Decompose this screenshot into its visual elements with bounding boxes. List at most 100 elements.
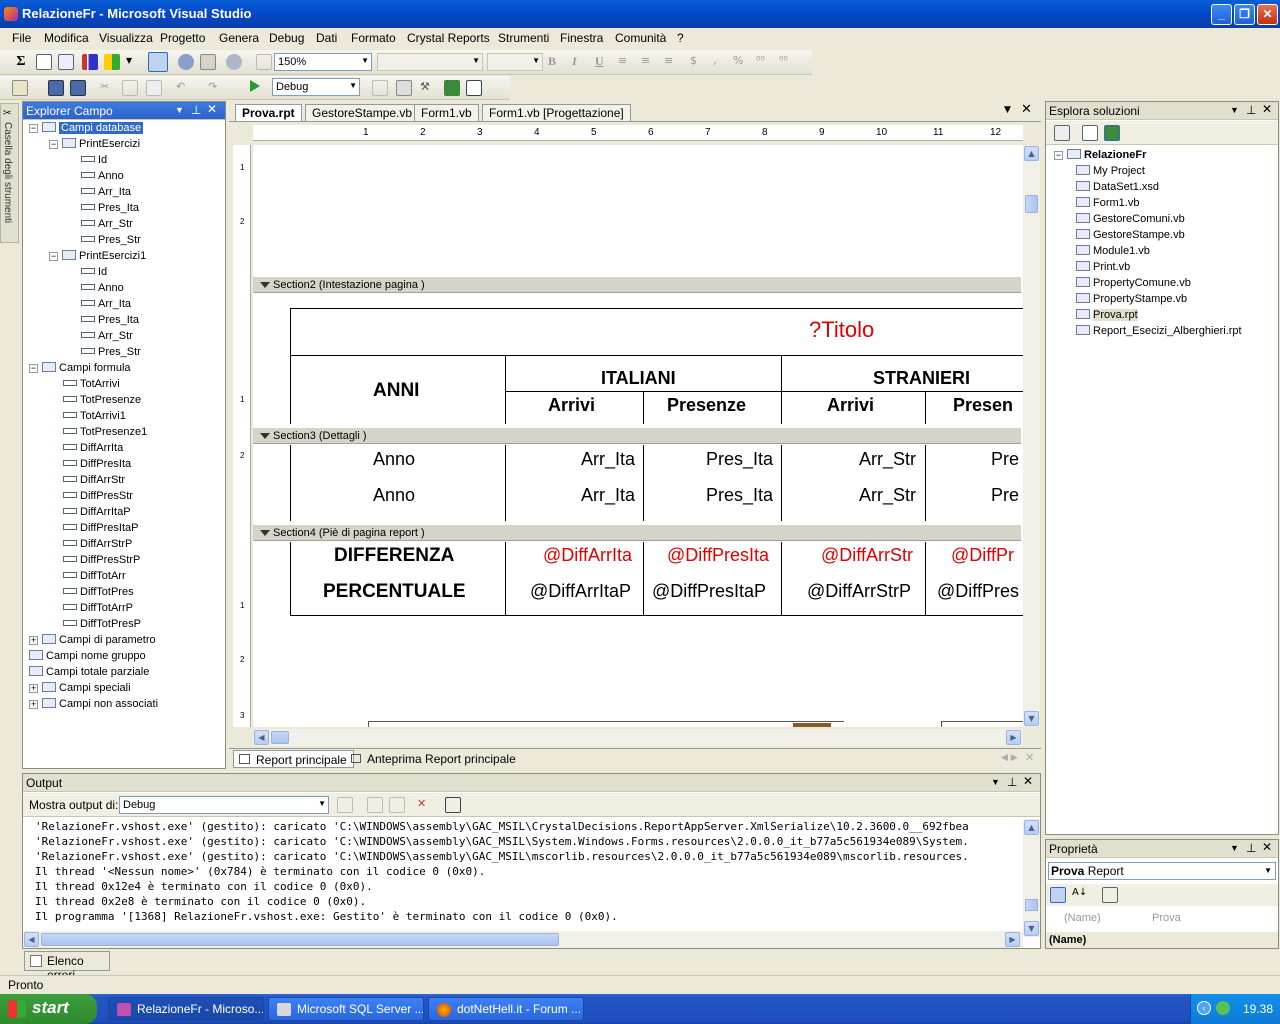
prev-message-icon[interactable] <box>367 797 383 813</box>
output-scroll-right-icon[interactable]: ▶ <box>1005 932 1020 947</box>
property-value[interactable]: Prova <box>1152 912 1181 924</box>
solution-item[interactable]: PropertyComune.vb <box>1076 275 1191 291</box>
expand-toggle-icon[interactable]: − <box>29 124 38 133</box>
header-arrivi-str[interactable]: Arrivi <box>827 395 874 416</box>
sol-close-icon[interactable]: ✕ <box>1262 102 1272 116</box>
menu-modifica[interactable]: Modifica <box>44 31 89 45</box>
output-hscrollbar[interactable]: ◀ ▶ <box>23 931 1023 948</box>
show-all-files-icon[interactable] <box>1054 125 1070 141</box>
property-row[interactable]: (Name) Prova <box>1046 910 1278 927</box>
detail-anno-2[interactable]: Anno <box>373 485 415 506</box>
tab-scroll-icons[interactable]: ◀ ▶ <box>1001 753 1018 763</box>
tree-field[interactable]: Pres_Ita <box>81 200 139 216</box>
chart-object[interactable] <box>368 721 844 727</box>
footer-differenza[interactable]: DIFFERENZA <box>334 545 454 567</box>
panel-dropdown-icon[interactable]: ▼ <box>175 105 184 115</box>
thousands-icon[interactable]: , <box>713 54 729 70</box>
expand-toggle-icon[interactable]: − <box>49 252 58 261</box>
task-firefox[interactable]: dotNetHell.it - Forum ... <box>428 997 584 1021</box>
tree-formula[interactable]: TotArrivi1 <box>63 408 126 424</box>
output-scroll-down-icon[interactable]: ▼ <box>1024 921 1039 936</box>
footer-percentuale[interactable]: PERCENTUALE <box>323 581 466 603</box>
maximize-button[interactable]: ❐ <box>1234 4 1255 25</box>
detail-anno-1[interactable]: Anno <box>373 449 415 470</box>
tab-report-principale[interactable]: Report principale <box>233 750 354 768</box>
task-sql-server[interactable]: Microsoft SQL Server ... <box>268 997 424 1021</box>
tree-field[interactable]: Pres_Str <box>81 344 141 360</box>
header-arrivi-ita[interactable]: Arrivi <box>548 395 595 416</box>
report-options-icon[interactable] <box>178 54 194 70</box>
tree-campi-database[interactable]: − Campi database <box>29 120 144 136</box>
tab-list-icon[interactable]: ▼ <box>1004 105 1011 115</box>
section4-bar[interactable]: Section4 (Piè di pagina report ) <box>253 524 1021 541</box>
sol-pin-icon[interactable]: ⊥ <box>1246 103 1256 117</box>
header-presenze-str[interactable]: Presen <box>953 395 1013 416</box>
report-title-field[interactable]: ?Titolo <box>809 317 874 343</box>
sort-expert-icon[interactable] <box>200 54 216 70</box>
report-hscrollbar[interactable]: ◀ ▶ <box>253 729 1023 746</box>
properties-icon[interactable] <box>396 80 412 96</box>
save-all-icon[interactable] <box>70 80 86 96</box>
properties-page-icon[interactable] <box>1082 125 1098 141</box>
tree-formula[interactable]: DiffPresStr <box>63 488 133 504</box>
expand-toggle-icon[interactable]: + <box>29 636 38 645</box>
detail-pres-ita-1[interactable]: Pres_Ita <box>706 449 773 470</box>
output-vscroll-thumb[interactable] <box>1025 899 1038 911</box>
solution-item[interactable]: Prova.rpt <box>1076 307 1138 323</box>
copy-icon[interactable] <box>122 80 138 96</box>
tree-formula[interactable]: DiffTotArr <box>63 568 126 584</box>
start-debug-icon[interactable] <box>250 80 260 92</box>
find-icon[interactable] <box>372 80 388 96</box>
tab-close-icon[interactable]: ✕ <box>1025 751 1034 764</box>
solution-item[interactable]: DataSet1.xsd <box>1076 179 1159 195</box>
footer-diff-arr-ita[interactable]: @DiffArrIta <box>543 545 632 566</box>
italic-icon[interactable]: I <box>572 54 588 70</box>
tree-field[interactable]: Id <box>81 152 107 168</box>
menu-comunita[interactable]: Comunità <box>615 31 666 45</box>
solution-item[interactable]: GestoreComuni.vb <box>1076 211 1185 227</box>
tree-table-printesercizi[interactable]: − PrintEsercizi <box>49 136 140 152</box>
scroll-down-icon[interactable]: ▼ <box>1024 711 1039 726</box>
menu-strumenti[interactable]: Strumenti <box>498 31 549 45</box>
menu-finestra[interactable]: Finestra <box>560 31 603 45</box>
tree-other-3[interactable]: + Campi speciali <box>29 680 131 696</box>
detail-arr-ita-2[interactable]: Arr_Ita <box>581 485 635 506</box>
solution-item[interactable]: My Project <box>1076 163 1145 179</box>
object-browser-icon[interactable] <box>444 80 460 96</box>
section2-bar[interactable]: Section2 (Intestazione pagina ) <box>253 276 1021 293</box>
detail-pres-str-2[interactable]: Pre <box>991 485 1019 506</box>
task-visual-studio[interactable]: RelazioneFr - Microso... <box>108 997 264 1021</box>
menu-debug[interactable]: Debug <box>269 31 304 45</box>
tree-formula[interactable]: TotPresenze <box>63 392 141 408</box>
insert-subreport-icon[interactable] <box>58 54 74 70</box>
tree-formula[interactable]: DiffArrStrP <box>63 536 132 552</box>
tab-anteprima[interactable]: Anteprima Report principale <box>347 750 522 768</box>
tree-field[interactable]: Arr_Ita <box>81 184 131 200</box>
bold-icon[interactable]: B <box>548 54 564 70</box>
tree-formula[interactable]: DiffArrIta <box>63 440 123 456</box>
solution-item[interactable]: PropertyStampe.vb <box>1076 291 1187 307</box>
tree-formula[interactable]: DiffPresStrP <box>63 552 140 568</box>
output-source-select[interactable]: Debug ▼ <box>119 796 329 814</box>
solution-item[interactable]: GestoreStampe.vb <box>1076 227 1185 243</box>
close-button[interactable]: ✕ <box>1257 4 1278 25</box>
expand-toggle-icon[interactable]: + <box>29 700 38 709</box>
tree-other-1[interactable]: Campi nome gruppo <box>29 648 146 664</box>
insert-map-icon[interactable] <box>104 54 120 70</box>
align-center-icon[interactable]: ≡ <box>641 54 657 70</box>
menu-help[interactable]: ? <box>677 31 684 45</box>
detail-arr-ita-1[interactable]: Arr_Ita <box>581 449 635 470</box>
menu-file[interactable]: File <box>12 31 31 45</box>
output-dropdown-icon[interactable]: ▼ <box>991 777 1000 787</box>
solution-item[interactable]: Form1.vb <box>1076 195 1139 211</box>
detail-pres-ita-2[interactable]: Pres_Ita <box>706 485 773 506</box>
output-text[interactable]: 'RelazioneFr.vshost.exe' (gestito): cari… <box>25 820 1021 925</box>
tree-field[interactable]: Arr_Str <box>81 328 133 344</box>
cut-icon[interactable]: ✂ <box>100 80 116 96</box>
tree-formula[interactable]: DiffPresItaP <box>63 520 139 536</box>
detail-arr-str-1[interactable]: Arr_Str <box>859 449 916 470</box>
toolbox-tab[interactable]: ✂ Casella degli strumenti <box>0 103 19 243</box>
format-painter-icon[interactable] <box>256 54 272 70</box>
expand-toggle-icon[interactable]: − <box>49 140 58 149</box>
detail-pres-str-1[interactable]: Pre <box>991 449 1019 470</box>
